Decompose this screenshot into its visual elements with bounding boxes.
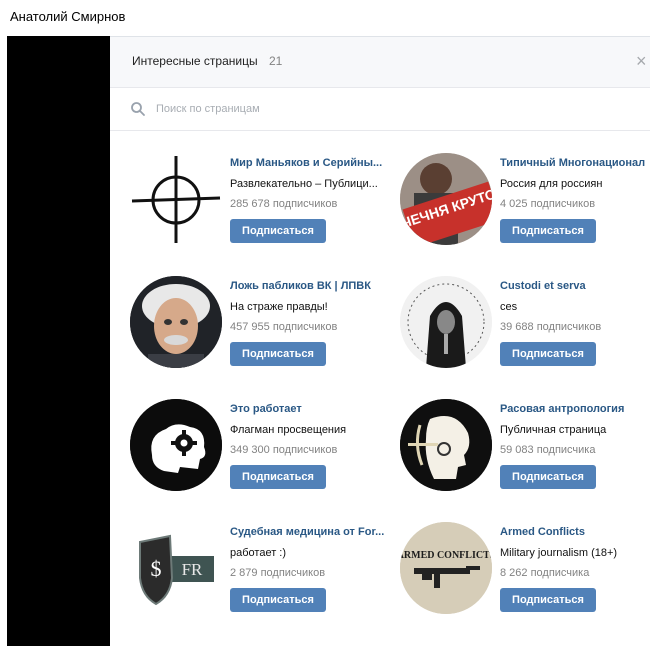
page-name[interactable]: Это работает xyxy=(230,402,390,416)
subscribe-button[interactable]: Подписаться xyxy=(500,342,596,366)
subscriber-count: 39 688 подписчиков xyxy=(500,321,602,333)
crosshair-avatar[interactable] xyxy=(130,153,222,245)
page-name[interactable]: Типичный Многонационал xyxy=(500,156,650,170)
page-description: Развлекательно – Публици... xyxy=(230,178,378,190)
close-icon[interactable]: × xyxy=(636,49,650,73)
page-name[interactable]: Мир Маньяков и Серийны... xyxy=(230,156,390,170)
page-card: Custodi et serva ces 39 688 подписчиков … xyxy=(400,276,650,381)
subscriber-count: 349 300 подписчиков xyxy=(230,444,338,456)
shield-fr-avatar[interactable]: FR $ xyxy=(130,522,222,614)
page-description: На страже правды! xyxy=(230,301,328,313)
page-card: Расовая антропология Публичная страница … xyxy=(400,399,650,504)
subscribe-button[interactable]: Подписаться xyxy=(230,465,326,489)
subscriber-count: 59 083 подписчика xyxy=(500,444,596,456)
modal-count: 21 xyxy=(269,54,283,68)
page-description: Флагман просвещения xyxy=(230,424,347,436)
shield-fr-avatar-text: FR xyxy=(182,560,203,579)
page-card: Мир Маньяков и Серийны... Развлекательно… xyxy=(130,153,390,258)
subscribe-button[interactable]: Подписаться xyxy=(500,588,596,612)
subscribe-button[interactable]: Подписаться xyxy=(230,219,326,243)
page-name[interactable]: Armed Conflicts xyxy=(500,525,650,539)
page-name[interactable]: Custodi et serva xyxy=(500,279,650,293)
search-input[interactable] xyxy=(154,97,618,121)
subscriber-count: 2 879 подписчиков xyxy=(230,567,326,579)
einstein-avatar[interactable] xyxy=(130,276,222,368)
page-description: Публичная страница xyxy=(500,424,607,436)
page-description: Military journalism (18+) xyxy=(500,547,618,559)
stamp-avatar[interactable]: ЧЕЧНЯ КРУТО xyxy=(400,153,492,245)
modal-title: Интересные страницы xyxy=(132,54,258,68)
page-card: ARMED CONFLICTS Armed Conflicts Military… xyxy=(400,522,650,627)
subscriber-count: 285 678 подписчиков xyxy=(230,198,338,210)
page-name[interactable]: Ложь пабликов ВК | ЛПВК xyxy=(230,279,390,293)
svg-text:$: $ xyxy=(151,556,162,581)
armed-conflicts-avatar-text: ARMED CONFLICTS xyxy=(400,550,492,561)
interesting-pages-modal: Интересные страницы 21 × Мир Маньяков и … xyxy=(110,36,650,647)
page-description: работает :) xyxy=(230,547,287,559)
hooded-figure-avatar[interactable] xyxy=(400,276,492,368)
gear-head-avatar[interactable] xyxy=(130,399,222,491)
subscribe-button[interactable]: Подписаться xyxy=(500,219,596,243)
subscriber-count: 8 262 подписчика xyxy=(500,567,590,579)
page-card: ЧЕЧНЯ КРУТО Типичный Многонационал Росси… xyxy=(400,153,650,258)
page-card: Это работает Флагман просвещения 349 300… xyxy=(130,399,390,504)
page-name[interactable]: Судебная медицина от For... xyxy=(230,525,390,539)
page-name[interactable]: Расовая антропология xyxy=(500,402,650,416)
subscribe-button[interactable]: Подписаться xyxy=(500,465,596,489)
profile-head-avatar[interactable] xyxy=(400,399,492,491)
user-name[interactable]: Анатолий Смирнов xyxy=(10,9,125,24)
armed-conflicts-avatar[interactable]: ARMED CONFLICTS xyxy=(400,522,492,614)
page-description: Россия для россиян xyxy=(500,178,603,190)
page-card: Ложь пабликов ВК | ЛПВК На страже правды… xyxy=(130,276,390,381)
left-dark-panel xyxy=(7,36,110,646)
page-card: FR $ Судебная медицина от For... работае… xyxy=(130,522,390,627)
modal-header: Интересные страницы 21 × xyxy=(110,37,650,88)
search-icon xyxy=(131,102,145,116)
subscribe-button[interactable]: Подписаться xyxy=(230,588,326,612)
subscriber-count: 457 955 подписчиков xyxy=(230,321,338,333)
page-description: ces xyxy=(500,301,518,313)
subscriber-count: 4 025 подписчиков xyxy=(500,198,596,210)
search-bar xyxy=(110,88,650,131)
subscribe-button[interactable]: Подписаться xyxy=(230,342,326,366)
